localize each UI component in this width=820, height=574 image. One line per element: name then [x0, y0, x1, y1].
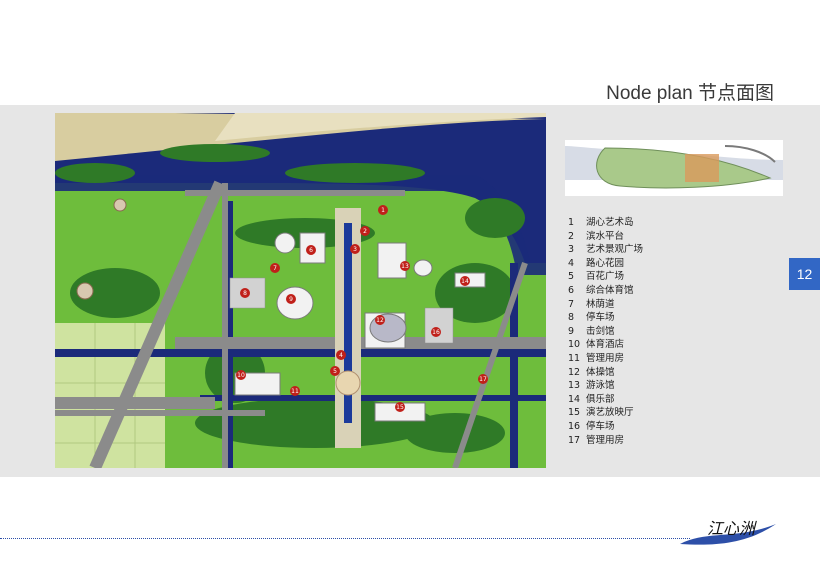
legend-item: 17 管理用房: [568, 434, 643, 448]
legend-label: 湖心艺术岛: [586, 217, 634, 228]
marker-2-label: 2: [363, 228, 367, 235]
legend-num: 2: [568, 230, 575, 242]
brand-logo: 江心洲: [676, 510, 786, 554]
marker-2: 2: [360, 226, 370, 236]
legend-item: 8 停车场: [568, 311, 643, 325]
legend-item: 1 湖心艺术岛: [568, 216, 643, 230]
legend-num: 12: [568, 366, 581, 378]
marker-4-label: 4: [339, 352, 343, 359]
legend-label: 停车场: [586, 420, 615, 432]
legend-item: 6 综合体育馆: [568, 284, 643, 298]
marker-8: 8: [240, 288, 250, 298]
page-title: Node plan 节点面图: [606, 83, 774, 104]
footer-dotted-line: [0, 538, 690, 539]
logo-text: 江心洲: [707, 519, 757, 538]
marker-7: 7: [270, 263, 280, 273]
location-minimap: [565, 140, 783, 196]
legend-num: 3: [568, 244, 575, 256]
legend-item: 11 管理用房: [568, 352, 643, 366]
marker-11-label: 11: [291, 388, 299, 395]
marker-8-label: 8: [243, 290, 247, 297]
legend-label: 艺术景观广场: [586, 244, 644, 256]
legend-item: 14 俱乐部: [568, 393, 643, 407]
legend-label: 击剑馆: [586, 325, 615, 337]
legend-label: 游泳馆: [586, 380, 615, 392]
marker-3: 3: [350, 244, 360, 254]
legend-num: 7: [568, 298, 575, 310]
marker-3-label: 3: [353, 246, 357, 253]
marker-12: 12: [375, 315, 385, 325]
site-plan-drawing: 1 2 3 4 5 6 7 8 9 10 11 12 13 14 15 16 1…: [55, 113, 546, 468]
marker-14-label: 14: [461, 278, 469, 285]
marker-15-label: 15: [396, 404, 404, 411]
marker-14: 14: [460, 276, 470, 286]
marker-10: 10: [236, 370, 246, 380]
legend-label: 滨水平台: [586, 230, 625, 242]
marker-5-label: 5: [333, 368, 337, 375]
marker-4: 4: [336, 350, 346, 360]
marker-17-label: 17: [479, 376, 487, 383]
marker-9-label: 9: [289, 296, 293, 303]
marker-16: 16: [431, 327, 441, 337]
legend-item: 9 击剑馆: [568, 325, 643, 339]
legend-num: 4: [568, 257, 575, 269]
legend-num: 6: [568, 284, 575, 296]
marker-17: 17: [478, 374, 488, 384]
marker-9: 9: [286, 294, 296, 304]
legend-num: 9: [568, 325, 575, 337]
legend-label: 演艺放映厅: [586, 407, 634, 419]
legend-num: 16: [568, 420, 581, 432]
legend-label: 路心花园: [586, 257, 625, 269]
marker-12-label: 12: [376, 317, 384, 324]
marker-11: 11: [290, 386, 300, 396]
legend-item: 12 体操馆: [568, 366, 643, 380]
legend-num: 15: [568, 407, 581, 419]
legend-label: 百花广场: [586, 271, 625, 283]
marker-1-label: 1: [381, 207, 385, 214]
legend-num: 5: [568, 271, 575, 283]
legend-item: 13 游泳馆: [568, 379, 643, 393]
page-number-tab: 12: [789, 258, 820, 290]
legend-num: 11: [568, 352, 581, 364]
legend-list: 1 湖心艺术岛 2 滨水平台 3 艺术景观广场 4 路心花园 5 百花广场 6 综合体育馆 …: [568, 216, 643, 447]
legend-label: 停车场: [586, 312, 615, 324]
marker-7-label: 7: [273, 265, 277, 272]
legend-num: 17: [568, 434, 581, 446]
legend-label: 综合体育馆: [586, 284, 634, 296]
legend-item: 7 林荫道: [568, 298, 643, 312]
legend-num: 14: [568, 393, 581, 405]
marker-1: 1: [378, 205, 388, 215]
legend-num: 10: [568, 339, 581, 351]
legend-item: 2 滨水平台: [568, 230, 643, 244]
marker-15: 15: [395, 402, 405, 412]
legend-label: 管理用房: [586, 434, 625, 446]
legend-num: 1: [568, 217, 575, 228]
legend-item: 4 路心花园: [568, 257, 643, 271]
legend-num: 13: [568, 380, 581, 392]
marker-6-label: 6: [309, 247, 313, 254]
legend-item: 5 百花广场: [568, 270, 643, 284]
marker-13-label: 13: [401, 263, 409, 270]
marker-5: 5: [330, 366, 340, 376]
legend-item: 16 停车场: [568, 420, 643, 434]
legend-item: 10 体育酒店: [568, 338, 643, 352]
marker-10-label: 10: [237, 372, 245, 379]
marker-6: 6: [306, 245, 316, 255]
marker-13: 13: [400, 261, 410, 271]
legend-label: 俱乐部: [586, 393, 615, 405]
legend-num: 8: [568, 312, 575, 324]
legend-label: 体育酒店: [586, 339, 625, 351]
legend-label: 管理用房: [586, 352, 625, 364]
site-plan-map: 1 2 3 4 5 6 7 8 9 10 11 12 13 14 15 16 1…: [55, 113, 546, 468]
legend-label: 林荫道: [586, 298, 615, 310]
legend-label: 体操馆: [586, 366, 615, 378]
legend-item: 3 艺术景观广场: [568, 243, 643, 257]
legend-item: 15 演艺放映厅: [568, 406, 643, 420]
marker-16-label: 16: [432, 329, 440, 336]
